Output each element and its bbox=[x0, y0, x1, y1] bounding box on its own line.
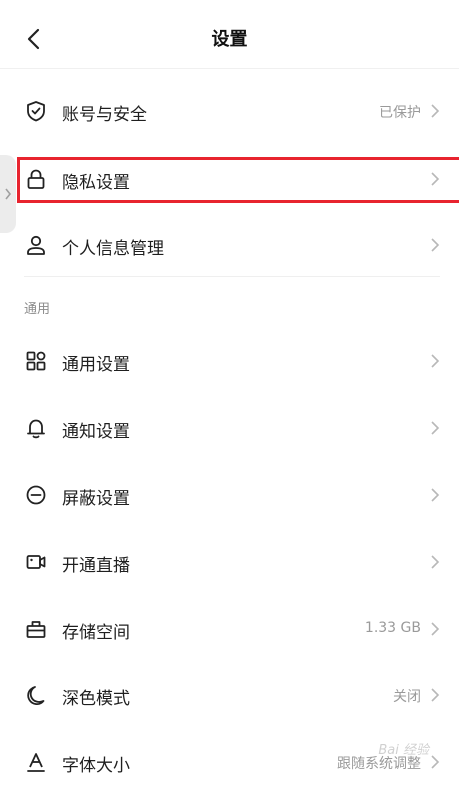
page-title: 设置 bbox=[211, 29, 248, 50]
chevron-right-icon bbox=[431, 555, 440, 569]
chevron-right-icon bbox=[431, 238, 440, 252]
watermark: Bai 经验 bbox=[378, 743, 429, 758]
grid-icon bbox=[24, 349, 48, 373]
settings-item-label: 开通直播 bbox=[62, 556, 130, 576]
chevron-right-icon bbox=[431, 421, 440, 435]
settings-item-general[interactable]: 通用设置 bbox=[0, 335, 459, 385]
person-icon bbox=[24, 233, 48, 257]
chevron-right-icon bbox=[431, 622, 440, 636]
settings-item-label: 个人信息管理 bbox=[62, 239, 164, 259]
settings-item-personal-info[interactable]: 个人信息管理 bbox=[0, 219, 459, 269]
settings-item-label: 深色模式 bbox=[62, 689, 130, 709]
chevron-right-icon bbox=[431, 688, 440, 702]
bell-icon bbox=[24, 416, 48, 440]
settings-item-label: 账号与安全 bbox=[62, 105, 147, 125]
settings-item-label: 通知设置 bbox=[62, 422, 130, 442]
font-size-icon bbox=[24, 750, 48, 774]
storage-icon bbox=[24, 617, 48, 641]
settings-item-label: 存储空间 bbox=[62, 623, 130, 643]
settings-item-label: 字体大小 bbox=[62, 756, 130, 776]
settings-item-value: 1.33 GB bbox=[364, 620, 421, 636]
settings-item-value: 已保护 bbox=[379, 105, 421, 121]
settings-item-dark-mode[interactable]: 深色模式 关闭 bbox=[0, 669, 459, 719]
section-title-general: 通用 bbox=[24, 302, 51, 317]
settings-item-label: 屏蔽设置 bbox=[62, 489, 130, 509]
chevron-right-icon bbox=[431, 104, 440, 118]
settings-item-account-security[interactable]: 账号与安全 已保护 bbox=[0, 85, 459, 135]
top-bar: 设置 bbox=[0, 0, 459, 69]
settings-item-block[interactable]: 屏蔽设置 bbox=[0, 469, 459, 519]
settings-item-live[interactable]: 开通直播 bbox=[0, 536, 459, 586]
chevron-right-icon bbox=[431, 354, 440, 368]
block-icon bbox=[24, 483, 48, 507]
shield-check-icon bbox=[24, 99, 48, 123]
chevron-right-icon bbox=[431, 755, 440, 769]
section-divider bbox=[24, 276, 440, 277]
settings-item-notifications[interactable]: 通知设置 bbox=[0, 402, 459, 452]
settings-item-storage[interactable]: 存储空间 1.33 GB bbox=[0, 603, 459, 653]
moon-icon bbox=[24, 683, 48, 707]
highlight-box bbox=[17, 157, 459, 203]
settings-item-value: 关闭 bbox=[393, 689, 421, 705]
video-icon bbox=[24, 550, 48, 574]
settings-item-label: 通用设置 bbox=[62, 355, 130, 375]
chevron-right-icon bbox=[431, 488, 440, 502]
